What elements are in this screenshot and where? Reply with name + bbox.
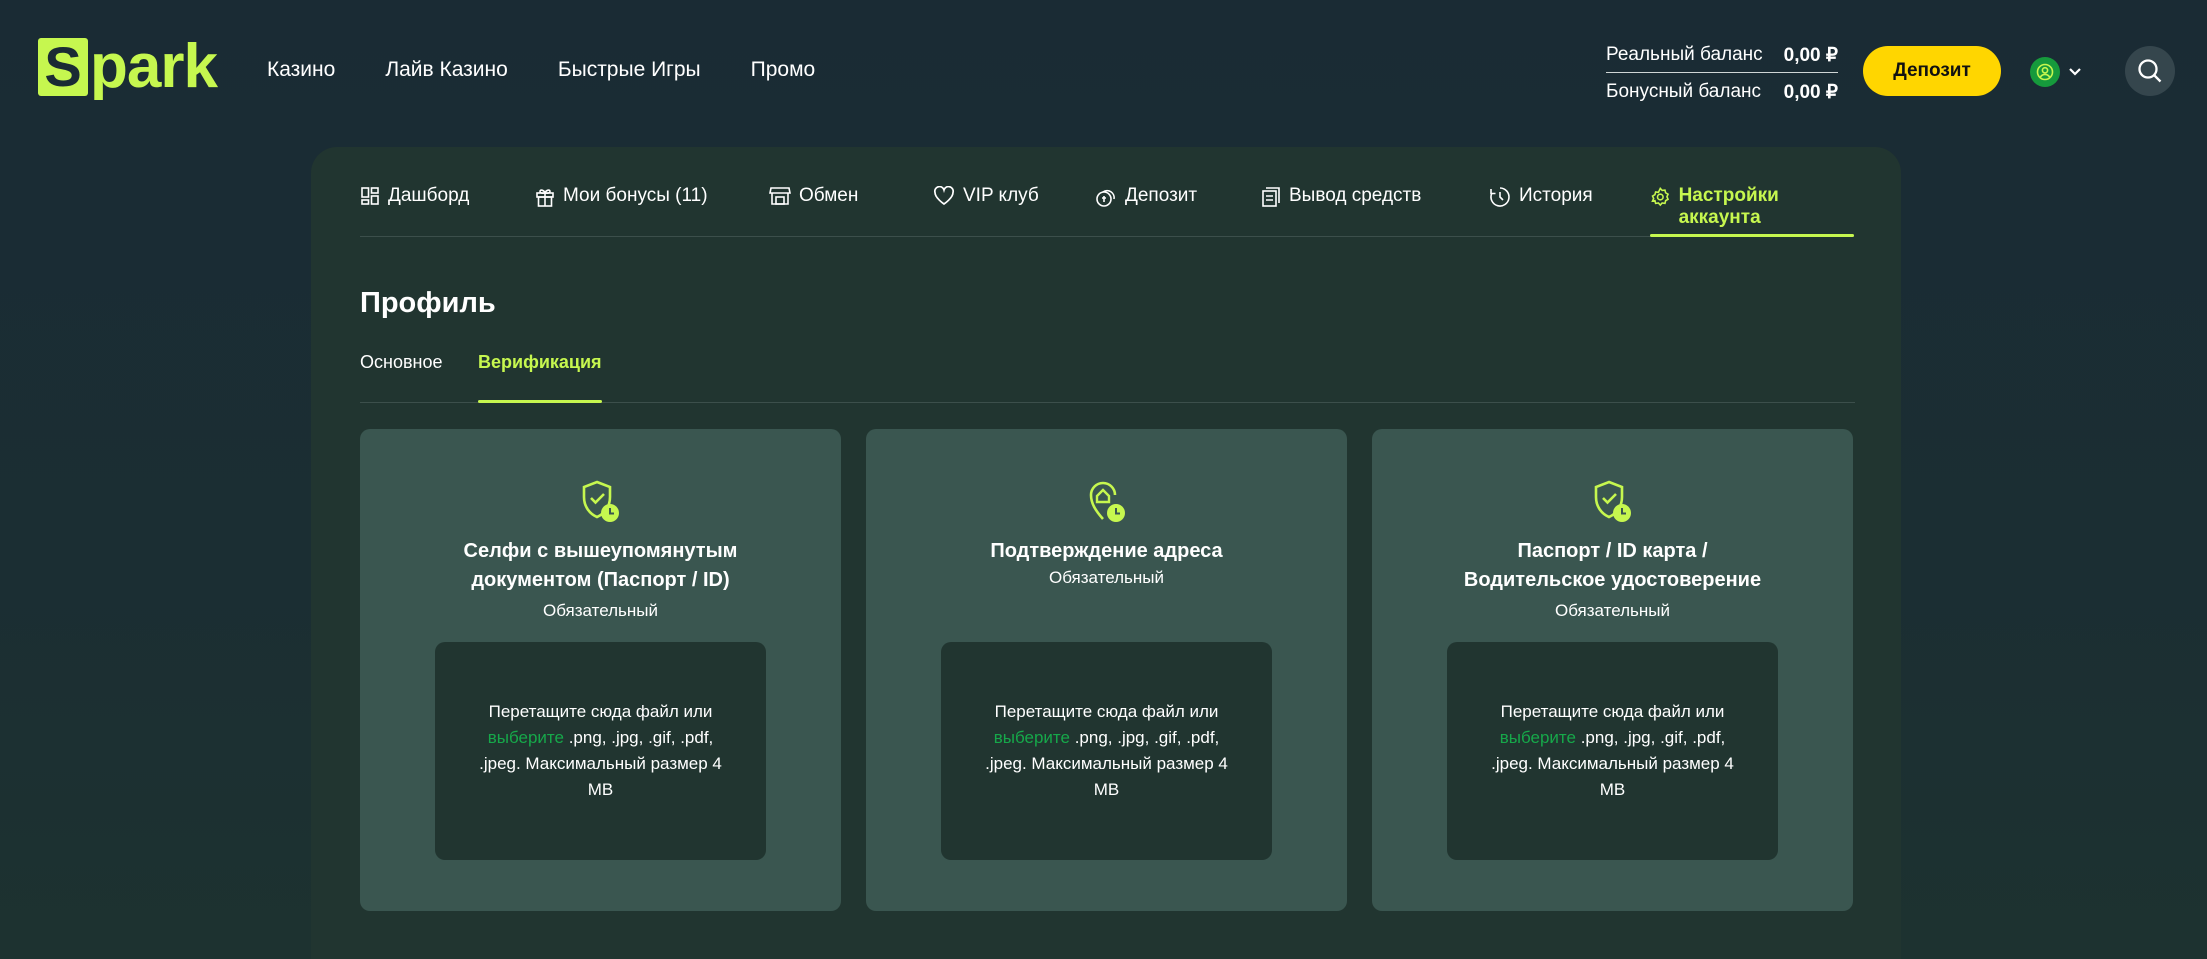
bonus-balance-label: Бонусный баланс bbox=[1606, 81, 1762, 102]
withdraw-icon bbox=[1262, 187, 1280, 207]
account-tabs: Дашборд Мои бонусы (11) Обмен VIP клуб Д… bbox=[360, 185, 1854, 237]
shop-icon bbox=[769, 187, 791, 205]
dropzone-text: Перетащите сюда файл или выберите .png, … bbox=[471, 699, 730, 803]
tab-label: Дашборд bbox=[388, 185, 470, 206]
balance-divider bbox=[1606, 72, 1838, 73]
location-home-clock-icon bbox=[1089, 481, 1125, 522]
tab-label: Депозит bbox=[1125, 185, 1198, 206]
user-menu[interactable] bbox=[2030, 57, 2082, 87]
history-icon bbox=[1490, 187, 1510, 207]
nav-promo[interactable]: Промо bbox=[751, 58, 816, 82]
balance-panel: Реальный баланс 0,00 ₽ Бонусный баланс 0… bbox=[1606, 40, 1838, 107]
real-balance-row: Реальный баланс 0,00 ₽ bbox=[1606, 40, 1838, 70]
choose-file-link[interactable]: выберите bbox=[994, 728, 1070, 747]
dropzone-instruction: Перетащите сюда файл или bbox=[488, 702, 713, 721]
subtab-verification[interactable]: Верификация bbox=[478, 352, 602, 403]
tab-label: VIP клуб bbox=[963, 185, 1039, 206]
tab-deposit[interactable]: Депозит bbox=[1095, 185, 1197, 236]
required-label: Обязательный bbox=[1554, 601, 1671, 620]
nav-casino[interactable]: Казино bbox=[267, 58, 335, 82]
tab-exchange[interactable]: Обмен bbox=[769, 185, 858, 236]
settings-icon bbox=[1651, 186, 1670, 207]
card-title: Паспорт / ID карта / Водительское удосто… bbox=[1402, 537, 1823, 623]
nav-fast-games[interactable]: Быстрые Игры bbox=[558, 58, 701, 82]
chevron-down-icon bbox=[2069, 68, 2081, 76]
tab-label: История bbox=[1519, 185, 1593, 206]
verification-card-selfie: Селфи с вышеупомянутым документом (Паспо… bbox=[360, 429, 841, 911]
required-label: Обязательный bbox=[542, 601, 659, 620]
choose-file-link[interactable]: выберите bbox=[1500, 728, 1576, 747]
card-title: Селфи с вышеупомянутым документом (Паспо… bbox=[390, 537, 811, 623]
card-title-line: Водительское удостоверение bbox=[1463, 569, 1762, 591]
tab-dashboard[interactable]: Дашборд bbox=[360, 185, 469, 236]
nav-live-casino[interactable]: Лайв Казино bbox=[385, 58, 508, 82]
coins-icon bbox=[1096, 189, 1115, 207]
account-panel: Дашборд Мои бонусы (11) Обмен VIP клуб Д… bbox=[311, 147, 1901, 959]
tab-account-settings[interactable]: Настройки аккаунта bbox=[1650, 185, 1854, 237]
heart-icon bbox=[933, 186, 955, 206]
tab-my-bonuses[interactable]: Мои бонусы (11) bbox=[535, 185, 708, 236]
tab-history[interactable]: История bbox=[1489, 185, 1593, 236]
spark-logo[interactable]: S park bbox=[38, 32, 218, 101]
search-button[interactable] bbox=[2125, 46, 2175, 96]
user-avatar-icon bbox=[2030, 57, 2060, 87]
shield-check-clock-icon bbox=[1594, 480, 1631, 522]
card-title: Подтверждение адреса Обязательный bbox=[896, 537, 1317, 590]
shield-check-clock-icon bbox=[582, 480, 619, 522]
gift-icon bbox=[536, 189, 554, 207]
tab-label: Вывод средств bbox=[1289, 185, 1422, 206]
page-title: Профиль bbox=[360, 287, 496, 319]
verification-card-address: Подтверждение адреса Обязательный Перета… bbox=[866, 429, 1347, 911]
subtab-basic[interactable]: Основное bbox=[360, 352, 442, 402]
site-header: S park Казино Лайв Казино Быстрые Игры П… bbox=[0, 0, 2207, 145]
logo-letter: S bbox=[38, 38, 88, 96]
search-icon bbox=[2138, 59, 2162, 83]
main-nav: Казино Лайв Казино Быстрые Игры Промо bbox=[267, 58, 815, 82]
tab-label: Мои бонусы (11) bbox=[563, 185, 708, 206]
choose-file-link[interactable]: выберите bbox=[488, 728, 564, 747]
profile-subtabs: Основное Верификация bbox=[360, 352, 1855, 403]
bonus-balance-row: Бонусный баланс 0,00 ₽ bbox=[1606, 77, 1838, 107]
card-title-line: Паспорт / ID карта / bbox=[1517, 540, 1708, 562]
card-title-line: Подтверждение адреса bbox=[990, 540, 1223, 562]
dropzone-instruction: Перетащите сюда файл или bbox=[1500, 702, 1725, 721]
card-title-line: Селфи с вышеупомянутым bbox=[463, 540, 738, 562]
real-balance-value: 0,00 ₽ bbox=[1783, 44, 1838, 66]
logo-text: park bbox=[90, 32, 218, 101]
file-dropzone[interactable]: Перетащите сюда файл или выберите .png, … bbox=[941, 642, 1272, 860]
deposit-button[interactable]: Депозит bbox=[1863, 46, 2001, 96]
file-dropzone[interactable]: Перетащите сюда файл или выберите .png, … bbox=[435, 642, 766, 860]
required-label: Обязательный bbox=[1048, 568, 1165, 587]
tab-withdraw[interactable]: Вывод средств bbox=[1261, 185, 1421, 236]
dropzone-text: Перетащите сюда файл или выберите .png, … bbox=[977, 699, 1236, 803]
card-title-line: документом (Паспорт / ID) bbox=[471, 569, 730, 591]
tab-vip-club[interactable]: VIP клуб bbox=[933, 185, 1039, 236]
real-balance-label: Реальный баланс bbox=[1606, 44, 1763, 65]
tab-label: Настройки аккаунта bbox=[1678, 185, 1779, 228]
verification-card-passport: Паспорт / ID карта / Водительское удосто… bbox=[1372, 429, 1853, 911]
dropzone-text: Перетащите сюда файл или выберите .png, … bbox=[1483, 699, 1742, 803]
file-dropzone[interactable]: Перетащите сюда файл или выберите .png, … bbox=[1447, 642, 1778, 860]
dashboard-icon bbox=[361, 187, 379, 205]
tab-label: Обмен bbox=[799, 185, 859, 206]
dropzone-instruction: Перетащите сюда файл или bbox=[994, 702, 1219, 721]
bonus-balance-value: 0,00 ₽ bbox=[1783, 81, 1838, 103]
